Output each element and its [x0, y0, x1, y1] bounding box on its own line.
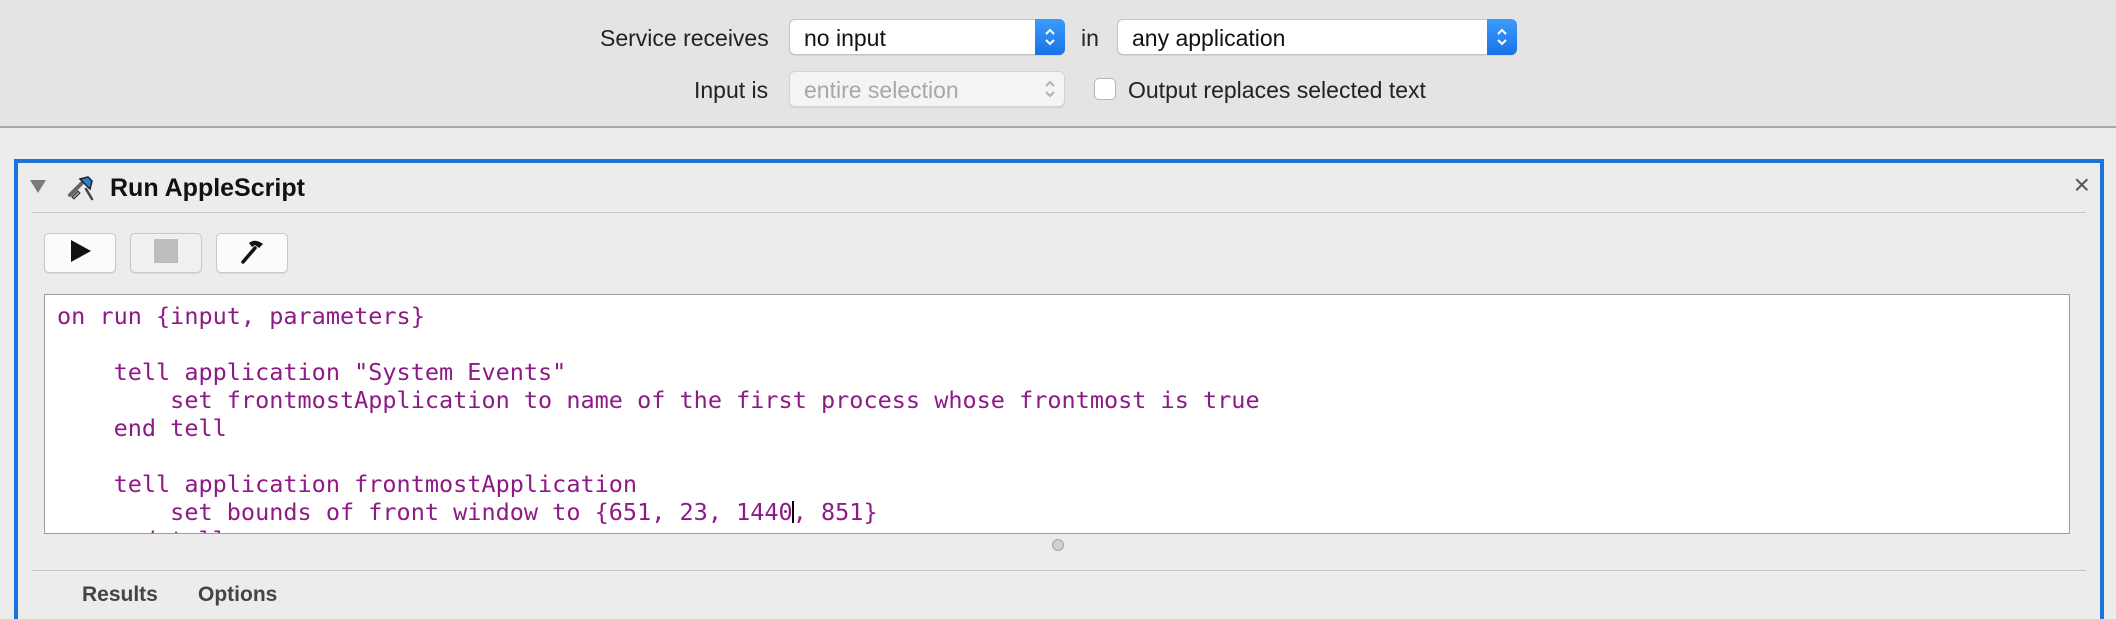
script-code: on run {input, parameters} tell applicat… — [45, 295, 2069, 533]
header-divider — [32, 212, 2086, 213]
output-replaces-label: Output replaces selected text — [1128, 77, 1426, 103]
output-replaces-checkbox[interactable] — [1094, 78, 1116, 100]
popup-stepper-icon — [1035, 71, 1065, 107]
stop-icon — [152, 237, 180, 270]
input-is-label: Input is — [694, 77, 769, 103]
code-line: tell application "System Events" — [57, 358, 567, 386]
service-receives-popup[interactable]: no input — [789, 19, 1065, 55]
code-line: end tell — [57, 414, 227, 442]
editor-resize-handle[interactable] — [1052, 539, 1064, 551]
play-icon — [66, 237, 94, 270]
run-button[interactable] — [44, 233, 116, 273]
applescript-icon — [66, 173, 96, 203]
code-line: set bounds of front window to {651, 23, … — [57, 498, 878, 526]
code-line: set frontmostApplication to name of the … — [57, 386, 1260, 414]
text-caret — [791, 501, 794, 523]
run-applescript-action: Run AppleScript × on run {input, paramet… — [14, 159, 2104, 619]
popup-stepper-icon — [1035, 19, 1065, 55]
input-is-value: entire selection — [804, 77, 959, 103]
code-line: tell application frontmostApplication — [57, 470, 638, 498]
tab-options[interactable]: Options — [198, 583, 277, 607]
tab-results[interactable]: Results — [82, 583, 158, 607]
service-receives-label: Service receives — [600, 25, 769, 51]
bottom-divider — [32, 570, 2086, 571]
input-is-popup[interactable]: entire selection — [789, 71, 1065, 107]
action-header: Run AppleScript × — [18, 163, 2100, 213]
application-popup[interactable]: any application — [1117, 19, 1517, 55]
action-title: Run AppleScript — [110, 174, 305, 202]
compile-button[interactable] — [216, 233, 288, 273]
service-receives-value: no input — [804, 25, 886, 51]
in-label: in — [1081, 25, 1099, 51]
hammer-icon — [237, 236, 267, 271]
stop-button[interactable] — [130, 233, 202, 273]
application-value: any application — [1132, 25, 1286, 51]
popup-stepper-icon — [1487, 19, 1517, 55]
code-line: on run {input, parameters} — [57, 302, 425, 330]
close-icon[interactable]: × — [2074, 171, 2090, 199]
code-line: end tell — [57, 526, 2069, 533]
script-editor[interactable]: on run {input, parameters} tell applicat… — [44, 294, 2070, 534]
disclosure-triangle-icon[interactable] — [30, 180, 46, 193]
service-config-bar: Service receives no input in any applica… — [0, 0, 2116, 128]
